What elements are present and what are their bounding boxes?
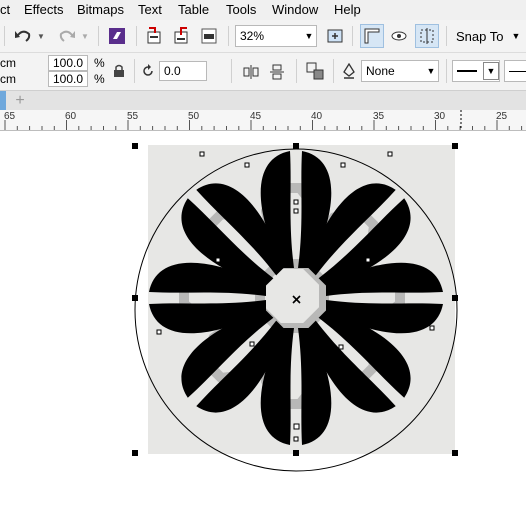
rotation-angle-input[interactable]: 0.0	[159, 61, 207, 81]
chevron-down-icon: ▼	[511, 31, 521, 41]
separator	[228, 26, 229, 46]
active-tab-indicator	[0, 91, 6, 110]
separator	[296, 59, 297, 83]
import-icon	[147, 27, 161, 44]
separator	[352, 26, 353, 46]
zoom-level-select[interactable]: 32% ▼	[235, 25, 317, 47]
line-style-select[interactable]: ▼	[452, 60, 500, 82]
redo-icon	[59, 30, 75, 42]
outline-width-value: None	[366, 64, 395, 78]
export-icon	[174, 27, 188, 44]
drawing-canvas[interactable]	[0, 131, 526, 506]
rulers-icon	[364, 28, 380, 44]
new-document-tab-button[interactable]: +	[10, 91, 30, 110]
publish-pdf-button[interactable]	[198, 25, 220, 47]
rotate-icon	[139, 62, 157, 80]
line-end-select[interactable]	[504, 60, 526, 82]
chevron-down-icon: ▼	[426, 66, 436, 76]
outline-pen-icon	[340, 62, 358, 80]
scale-x-input[interactable]: 100.0	[48, 55, 88, 71]
ruler-label: 35	[373, 111, 385, 122]
show-guidelines-button[interactable]	[415, 24, 439, 48]
property-bar: cm cm 100.0 100.0 % % 0.0 None ▼ ▼	[0, 53, 526, 91]
snap-to-label: Snap To	[456, 28, 504, 44]
menu-table[interactable]: Table	[178, 2, 209, 17]
plus-icon: +	[15, 91, 25, 109]
lock-icon	[114, 64, 124, 77]
separator	[231, 59, 232, 83]
separator	[136, 26, 137, 46]
view-mode-button[interactable]	[388, 25, 410, 47]
menu-effects[interactable]: Effects	[24, 2, 64, 17]
percent-label: %	[94, 72, 105, 86]
redo-button[interactable]	[56, 26, 78, 46]
ruler-label: 55	[127, 111, 139, 122]
chevron-down-icon: ▼	[304, 31, 314, 41]
line-style-preview	[453, 70, 483, 72]
menu-object[interactable]: ct	[0, 2, 10, 17]
mirror-horizontal-button[interactable]	[240, 61, 262, 83]
ruler-label: 60	[65, 111, 77, 122]
horizontal-ruler[interactable]: 65 60 55 50 45 40 35 30 25	[0, 110, 526, 131]
outline-width-select[interactable]: None ▼	[361, 60, 439, 82]
show-rulers-button[interactable]	[360, 24, 384, 48]
pdf-icon	[201, 28, 217, 44]
scale-y-input[interactable]: 100.0	[48, 71, 88, 87]
percent-label: %	[94, 56, 105, 70]
menu-text[interactable]: Text	[138, 2, 162, 17]
convert-curves-icon	[306, 62, 324, 80]
ruler-label: 40	[311, 111, 323, 122]
zoom-level-value: 32%	[240, 29, 265, 43]
ruler-label: 25	[496, 111, 508, 122]
guidelines-icon	[420, 28, 434, 44]
redo-dropdown-icon[interactable]: ▼	[80, 28, 90, 44]
mirror-horizontal-icon	[243, 65, 259, 79]
separator	[98, 26, 99, 46]
undo-button[interactable]	[12, 26, 34, 46]
drawing-surface	[132, 143, 458, 472]
convert-to-curves-button[interactable]	[304, 60, 326, 82]
undo-icon	[15, 30, 31, 42]
separator	[446, 59, 447, 83]
ruler-ticks	[4, 110, 523, 130]
import-button[interactable]	[143, 25, 165, 47]
menu-bitmaps[interactable]: Bitmaps	[77, 2, 124, 17]
standard-toolbar: ▼ ▼ 32% ▼ Snap To ▼	[0, 20, 526, 53]
undo-dropdown-icon[interactable]: ▼	[36, 28, 46, 44]
corel-connect-icon	[109, 28, 125, 44]
ruler-label: 30	[434, 111, 446, 122]
menu-window[interactable]: Window	[272, 2, 318, 17]
line-end-preview	[505, 70, 526, 72]
ruler-label: 50	[188, 111, 200, 122]
separator	[4, 26, 5, 46]
document-tab-strip: +	[0, 91, 526, 110]
chevron-down-icon: ▼	[483, 62, 499, 80]
height-unit-label: cm	[0, 72, 16, 86]
separator	[333, 59, 334, 83]
ruler-label: 65	[4, 111, 16, 122]
menu-tools[interactable]: Tools	[226, 2, 256, 17]
menu-help[interactable]: Help	[334, 2, 361, 17]
width-unit-label: cm	[0, 56, 16, 70]
mirror-vertical-icon	[270, 64, 284, 80]
zoom-to-page-button[interactable]	[324, 25, 346, 47]
ruler-label: 45	[250, 111, 262, 122]
menu-bar: ct Effects Bitmaps Text Table Tools Wind…	[0, 0, 526, 20]
zoom-page-icon	[327, 29, 343, 43]
mirror-vertical-button[interactable]	[266, 61, 288, 83]
lock-ratio-button[interactable]	[110, 62, 128, 80]
eye-icon	[391, 31, 407, 41]
separator	[134, 59, 135, 83]
export-button[interactable]	[170, 25, 192, 47]
corel-connect-button[interactable]	[106, 25, 128, 47]
snap-to-dropdown[interactable]: Snap To ▼	[452, 25, 522, 47]
separator	[446, 26, 447, 46]
